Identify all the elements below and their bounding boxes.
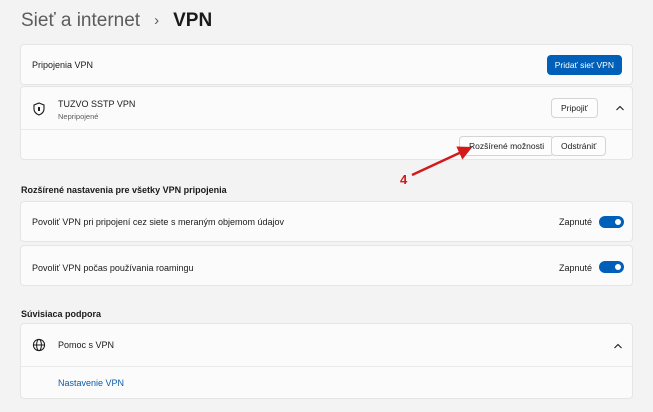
metered-toggle-switch[interactable] xyxy=(599,216,624,228)
vpn-item-card: TUZVO SSTP VPN Nepripojené Pripojiť Rozš… xyxy=(20,86,633,160)
help-title: Pomoc s VPN xyxy=(58,340,115,350)
divider xyxy=(21,366,632,367)
shield-icon xyxy=(33,102,45,116)
toggle-knob xyxy=(615,219,621,225)
roaming-toggle-state: Zapnuté xyxy=(559,263,593,273)
page-title: VPN xyxy=(173,10,213,31)
related-support-heading: Súvisiaca podpora xyxy=(21,309,102,319)
toggle-knob xyxy=(615,264,621,270)
breadcrumb-parent[interactable]: Sieť a internet xyxy=(21,9,140,33)
advanced-settings-heading: Rozšírené nastavenia pre všetky VPN prip… xyxy=(21,185,227,195)
vpn-name: TUZVO SSTP VPN xyxy=(58,99,136,109)
vpn-connections-card: Pripojenia VPN Pridať sieť VPN xyxy=(20,44,633,85)
add-vpn-button[interactable]: Pridať sieť VPN xyxy=(546,55,622,75)
roaming-toggle-label: Povoliť VPN počas používania roamingu xyxy=(32,263,194,273)
chevron-up-icon[interactable] xyxy=(613,101,627,115)
vpn-connections-label: Pripojenia VPN xyxy=(32,60,94,70)
remove-button[interactable]: Odstrániť xyxy=(551,136,607,156)
annotation-number: 4 xyxy=(400,172,408,187)
divider xyxy=(21,129,632,130)
breadcrumb: Sieť a internet › VPN xyxy=(21,9,212,33)
roaming-toggle-row: Povoliť VPN počas používania roamingu Za… xyxy=(20,245,633,286)
globe-icon xyxy=(32,338,46,352)
vpn-setup-link[interactable]: Nastavenie VPN xyxy=(58,378,124,388)
metered-toggle-label: Povoliť VPN pri pripojení cez siete s me… xyxy=(32,217,284,227)
vpn-status: Nepripojené xyxy=(58,112,99,121)
breadcrumb-separator-icon: › xyxy=(154,12,160,29)
metered-toggle-row: Povoliť VPN pri pripojení cez siete s me… xyxy=(20,201,633,242)
metered-toggle-state: Zapnuté xyxy=(559,217,593,227)
help-card: Pomoc s VPN Nastavenie VPN xyxy=(20,323,633,399)
roaming-toggle-switch[interactable] xyxy=(599,261,624,273)
chevron-up-icon[interactable] xyxy=(611,339,625,353)
connect-button[interactable]: Pripojiť xyxy=(551,98,598,118)
